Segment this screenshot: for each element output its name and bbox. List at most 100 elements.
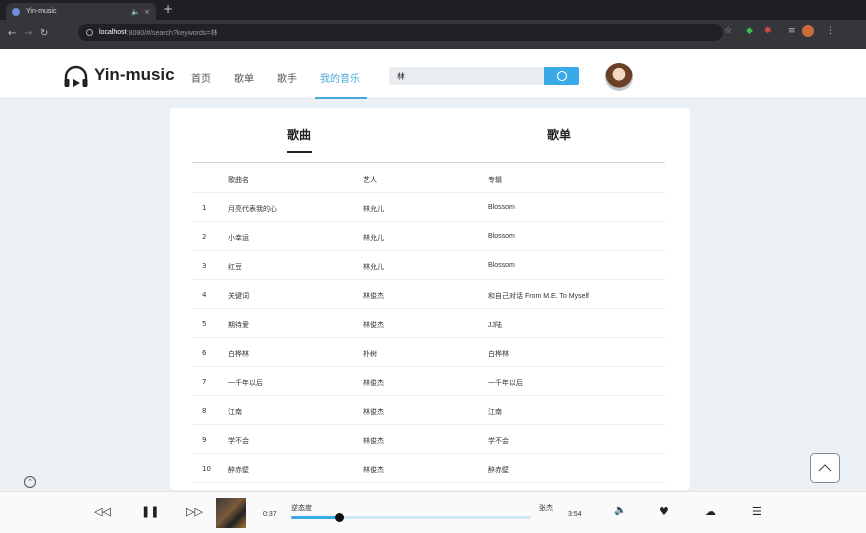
row-artist: 林允儿: [363, 234, 384, 242]
header-album: 专辑: [488, 177, 502, 184]
url-host: localhost: [99, 29, 127, 36]
row-album: JJ陆: [488, 322, 502, 329]
row-artist: 林俊杰: [363, 466, 384, 474]
table-row[interactable]: 4 关键词 林俊杰 和自己对话 From M.E. To Myself: [192, 280, 665, 309]
bookmark-star-icon[interactable]: ☆: [724, 26, 732, 36]
table-row[interactable]: 10 醉赤壁 林俊杰 醉赤壁: [192, 454, 665, 483]
row-album: 白桦林: [488, 351, 509, 358]
address-bar[interactable]: localhost :8080/#/search?keywords=林: [78, 24, 723, 41]
row-song-name: 一千年以后: [228, 379, 263, 387]
now-playing-artist: 张杰: [539, 504, 553, 512]
nav-home[interactable]: 首页: [191, 70, 211, 85]
extension-shield-icon[interactable]: ◆: [746, 26, 753, 36]
active-tab-indicator: [287, 151, 312, 153]
row-index: 1: [202, 204, 207, 212]
nav-singers[interactable]: 歌手: [277, 70, 297, 85]
table-row[interactable]: 1 月亮代表我的心 林允儿 Blossom: [192, 193, 665, 222]
now-playing-title: 逆态度: [291, 504, 312, 512]
search-button[interactable]: [544, 67, 579, 85]
previous-track-icon[interactable]: ◁◁: [94, 505, 111, 518]
current-time: 0:37: [263, 511, 277, 518]
progress-fill: [291, 516, 339, 519]
row-artist: 林允儿: [363, 205, 384, 213]
volume-icon[interactable]: 🔈: [614, 505, 626, 516]
header-artist: 艺人: [363, 176, 377, 184]
row-album: 醉赤壁: [488, 467, 509, 474]
row-artist: 林俊杰: [363, 379, 384, 387]
row-song-name: 醉赤壁: [228, 466, 249, 474]
favicon-icon: [12, 7, 20, 16]
progress-handle[interactable]: [335, 513, 344, 522]
tab-title: Yin-music: [26, 8, 57, 15]
row-song-name: 月亮代表我的心: [228, 205, 277, 213]
nav-active-indicator: [315, 97, 367, 99]
tab-playlists[interactable]: 歌单: [547, 126, 571, 143]
search-input[interactable]: [389, 67, 546, 85]
browser-tab[interactable]: Yin-music 🔈 ×: [6, 3, 156, 20]
row-index: 10: [202, 465, 211, 473]
album-cover[interactable]: [216, 498, 246, 528]
reload-icon[interactable]: ↻: [40, 28, 48, 39]
extension-star-icon[interactable]: ✱: [764, 26, 772, 36]
logo-text[interactable]: Yin-music: [94, 65, 175, 85]
row-album: 和自己对话 From M.E. To Myself: [488, 293, 589, 300]
row-song-name: 白桦林: [228, 350, 249, 358]
search-results-card: 歌曲 歌单 歌曲名 艺人 专辑 1 月亮代表我的心 林允儿 Blossom 2 …: [170, 108, 690, 490]
info-icon[interactable]: [86, 29, 93, 36]
total-time: 3:54: [568, 511, 582, 518]
headphones-logo-icon: [64, 65, 88, 87]
back-icon[interactable]: ←: [8, 28, 16, 39]
row-album: 一千年以后: [488, 380, 523, 387]
row-song-name: 小幸运: [228, 234, 249, 242]
menu-dots-icon[interactable]: ⋮: [826, 26, 835, 36]
row-index: 2: [202, 233, 207, 241]
row-song-name: 江南: [228, 408, 242, 416]
row-index: 8: [202, 407, 207, 415]
search-icon: [556, 70, 567, 82]
row-album: Blossom: [488, 204, 515, 211]
table-row[interactable]: 3 红豆 林允儿 Blossom: [192, 251, 665, 280]
nav-playlists[interactable]: 歌单: [234, 70, 254, 85]
chevron-up-icon: [818, 464, 832, 472]
new-tab-button[interactable]: +: [163, 2, 173, 16]
scroll-to-top-button[interactable]: [810, 453, 840, 483]
row-artist: 林允儿: [363, 263, 384, 271]
row-album: Blossom: [488, 262, 515, 269]
speaker-icon[interactable]: 🔈: [131, 8, 140, 16]
user-avatar[interactable]: [605, 63, 633, 91]
profile-avatar-icon[interactable]: [802, 25, 814, 37]
next-track-icon[interactable]: ▷▷: [186, 505, 203, 518]
table-row[interactable]: 2 小幸运 林允儿 Blossom: [192, 222, 665, 251]
reading-list-icon[interactable]: ≡: [788, 26, 796, 36]
row-artist: 林俊杰: [363, 321, 384, 329]
pause-icon[interactable]: ❚❚: [141, 505, 159, 518]
row-index: 7: [202, 378, 207, 386]
table-row[interactable]: 9 学不会 林俊杰 学不会: [192, 425, 665, 454]
table-row[interactable]: 5 期待爱 林俊杰 JJ陆: [192, 309, 665, 338]
progress-bar[interactable]: [291, 513, 531, 522]
expand-up-icon[interactable]: ⌃: [24, 476, 36, 488]
url-path: :8080/#/search?keywords=林: [126, 29, 218, 37]
table-row[interactable]: 6 白桦林 朴树 白桦林: [192, 338, 665, 367]
table-row[interactable]: 8 江南 林俊杰 江南: [192, 396, 665, 425]
app-header: Yin-music 首页 歌单 歌手 我的音乐: [0, 49, 866, 99]
table-header: 歌曲名 艺人 专辑: [192, 164, 665, 193]
forward-icon[interactable]: →: [24, 28, 32, 39]
player-bar: ◁◁ ❚❚ ▷▷ 0:37 逆态度 张杰 3:54 🔈 ♥ ☁ ☰: [0, 491, 866, 533]
table-row[interactable]: 7 一千年以后 林俊杰 一千年以后: [192, 367, 665, 396]
tab-songs[interactable]: 歌曲: [287, 126, 311, 143]
close-tab-icon[interactable]: ×: [144, 8, 150, 16]
playlist-menu-icon[interactable]: ☰: [752, 505, 762, 518]
row-index: 6: [202, 349, 207, 357]
download-icon[interactable]: ☁: [705, 505, 716, 518]
row-song-name: 学不会: [228, 437, 249, 445]
row-index: 5: [202, 320, 207, 328]
tab-divider: [192, 162, 665, 163]
row-song-name: 期待爱: [228, 321, 249, 329]
nav-my-music[interactable]: 我的音乐: [320, 70, 360, 85]
heart-icon[interactable]: ♥: [659, 505, 669, 518]
row-artist: 林俊杰: [363, 408, 384, 416]
row-artist: 朴树: [363, 350, 377, 358]
header-song-name: 歌曲名: [228, 176, 249, 184]
row-index: 4: [202, 291, 207, 299]
